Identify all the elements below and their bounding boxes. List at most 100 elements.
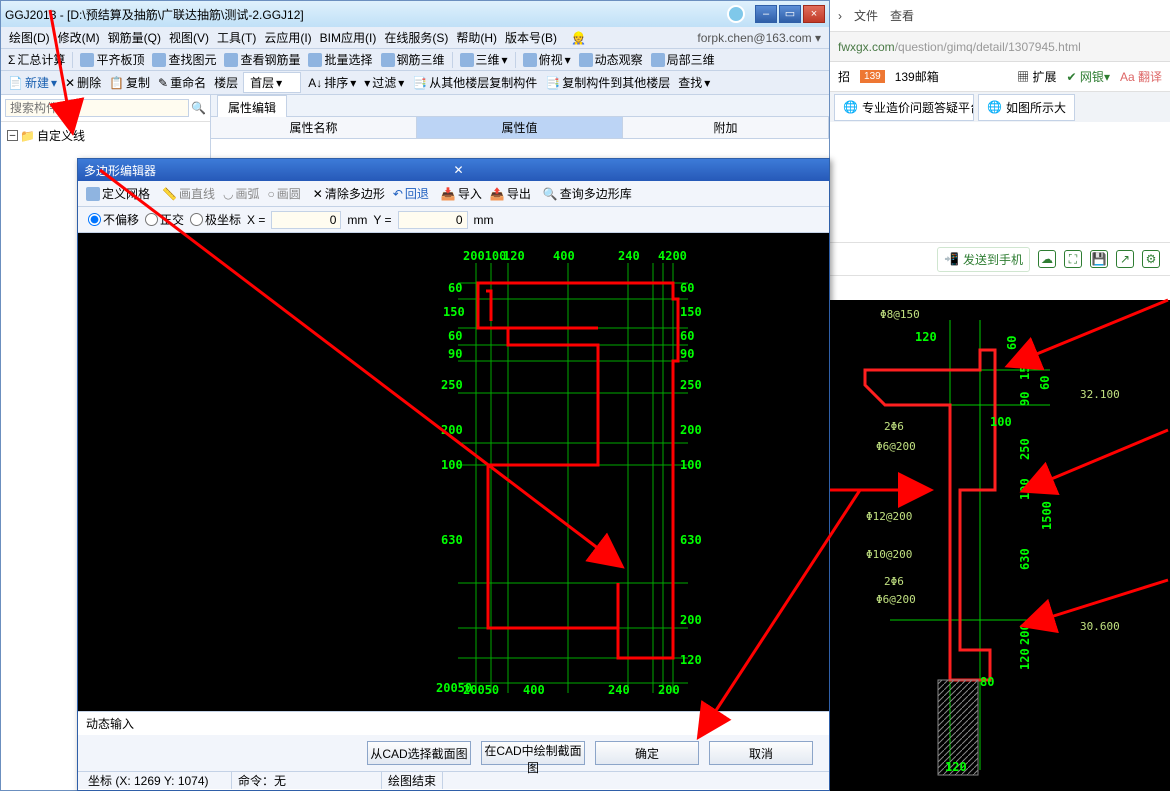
tb-align[interactable]: 平齐板顶: [77, 51, 147, 68]
btn-cad-draw[interactable]: 在CAD中绘制截面图: [481, 741, 585, 765]
address-bar[interactable]: fwxgx.com/question/gimq/detail/1307945.h…: [830, 32, 1170, 62]
tb-local3d[interactable]: 局部三维: [648, 51, 718, 68]
tb-line[interactable]: 📏画直线: [160, 185, 217, 202]
menu-tools[interactable]: 工具(T): [215, 29, 258, 46]
menu-online[interactable]: 在线服务(S): [382, 29, 450, 46]
dim: 60: [680, 329, 694, 343]
x-input[interactable]: [271, 211, 341, 229]
tb-query[interactable]: 🔍查询多边形库: [541, 185, 634, 202]
radio-no-offset[interactable]: 不偏移: [88, 211, 139, 228]
tb-copyfrom[interactable]: 📑 从其他楼层复制构件: [409, 74, 540, 91]
bookmark-label[interactable]: 招: [838, 68, 850, 85]
menu-rebar[interactable]: 钢筋量(Q): [106, 29, 163, 46]
tb-filter[interactable]: ▾ 过滤▾: [361, 74, 407, 91]
search-input[interactable]: [5, 99, 189, 117]
tb-3d[interactable]: 三维▾: [457, 51, 511, 68]
dim: 80: [980, 675, 994, 689]
save-icon[interactable]: 💾: [1090, 250, 1108, 268]
menu-cloud[interactable]: 云应用(I): [262, 29, 313, 46]
menu-view[interactable]: 视图(V): [167, 29, 211, 46]
tb-sort[interactable]: A↓ 排序▾: [305, 74, 359, 91]
dim: 20050: [463, 683, 499, 697]
user-label[interactable]: forpk.chen@163.com ▾: [695, 31, 823, 45]
menu-bim[interactable]: BIM应用(I): [318, 29, 379, 46]
menu-bar: 绘图(D) 修改(M) 钢筋量(Q) 视图(V) 工具(T) 云应用(I) BI…: [1, 27, 829, 49]
radio-polar[interactable]: 极坐标: [190, 211, 241, 228]
hardhat-icon: 👷: [569, 31, 588, 45]
tb-copy[interactable]: 📋 复制: [106, 74, 153, 91]
tree-toggle-icon[interactable]: –: [7, 130, 18, 141]
menu-draw[interactable]: 绘图(D): [7, 29, 52, 46]
ext-button[interactable]: ▦ 扩展: [1017, 68, 1056, 85]
tb-import[interactable]: 📥导入: [439, 185, 484, 202]
y-input[interactable]: [398, 211, 468, 229]
browser-tab-2[interactable]: 🌐如图所示大: [978, 94, 1075, 121]
floor-select[interactable]: 首层 ▾: [243, 72, 301, 93]
bookmark-mail[interactable]: 139邮箱: [895, 68, 939, 85]
btn-cancel[interactable]: 取消: [709, 741, 813, 765]
tb-top[interactable]: 俯视▾: [520, 51, 574, 68]
radio-ortho[interactable]: 正交: [145, 211, 184, 228]
share-icon[interactable]: ↗: [1116, 250, 1134, 268]
tb-sum[interactable]: Σ 汇总计算: [5, 51, 68, 68]
menu-view[interactable]: 查看: [890, 7, 914, 24]
send-to-phone[interactable]: 📲 发送到手机: [937, 247, 1030, 272]
tb-new[interactable]: 📄 新建▾: [5, 74, 60, 91]
dim: 120: [503, 249, 525, 263]
restore-button[interactable]: ▭: [779, 5, 801, 23]
close-button[interactable]: ×: [803, 5, 825, 23]
dialog-canvas[interactable]: 200100 120 400 240 4200 60 150 60 90 250…: [78, 233, 829, 711]
cloud-icon[interactable]: ☁: [1038, 250, 1056, 268]
dim: 200: [1018, 623, 1032, 645]
search-icon: [152, 53, 166, 67]
expand-icon[interactable]: ⛶: [1064, 250, 1082, 268]
minimize-button[interactable]: –: [755, 5, 777, 23]
tb-rebar-qty[interactable]: 查看钢筋量: [221, 51, 303, 68]
dialog-close-icon[interactable]: ✕: [454, 163, 824, 177]
tb-rebar3d[interactable]: 钢筋三维: [378, 51, 448, 68]
cube-icon: [381, 53, 395, 67]
translate-button[interactable]: Aa 翻译: [1120, 68, 1162, 85]
chevron-right-icon[interactable]: ›: [838, 9, 842, 23]
tb-clear[interactable]: ✕清除多边形: [311, 185, 387, 202]
tb-find[interactable]: 查找▾: [675, 74, 713, 91]
dim: 240: [618, 249, 640, 263]
dim: 250: [680, 378, 702, 392]
mail-badge: 139: [860, 70, 885, 83]
dim: 400: [523, 683, 545, 697]
select-icon: [308, 53, 322, 67]
menu-file[interactable]: 文件: [854, 7, 878, 24]
tb-grid[interactable]: 定义网格: [84, 185, 152, 202]
dynamic-input[interactable]: 动态输入: [86, 715, 134, 732]
lbl-6200: Φ6@200: [876, 440, 916, 453]
tb-copyto[interactable]: 📑 复制构件到其他楼层: [542, 74, 673, 91]
col-value: 属性值: [417, 117, 623, 138]
dim: 400: [553, 249, 575, 263]
lbl-phi8: Φ8@150: [880, 308, 920, 321]
menu-help[interactable]: 帮助(H): [454, 29, 499, 46]
tree-root[interactable]: – 📁 自定义线: [7, 126, 204, 145]
tb-rename[interactable]: ✎ 重命名: [155, 74, 209, 91]
menu-version[interactable]: 版本号(B): [503, 29, 559, 46]
toolbar-2: 📄 新建▾ ✕ 删除 📋 复制 ✎ 重命名 楼层 首层 ▾ A↓ 排序▾ ▾ 过…: [1, 71, 829, 95]
bank-button[interactable]: ✔ 网银▾: [1067, 68, 1110, 85]
dim: 60: [680, 281, 694, 295]
tab-properties[interactable]: 属性编辑: [217, 95, 287, 119]
tb-delete[interactable]: ✕ 删除: [62, 74, 104, 91]
btn-cad-select[interactable]: 从CAD选择截面图: [367, 741, 471, 765]
tb-find-ele[interactable]: 查找图元: [149, 51, 219, 68]
gear-icon[interactable]: ⚙: [1142, 250, 1160, 268]
btn-ok[interactable]: 确定: [595, 741, 699, 765]
menu-modify[interactable]: 修改(M): [56, 29, 102, 46]
lbl-12200: Φ12@200: [866, 510, 912, 523]
tb-orbit[interactable]: 动态观察: [576, 51, 646, 68]
tb-undo[interactable]: ↶回退: [391, 185, 431, 202]
browser-tab-1[interactable]: 🌐专业造价问题答疑平台-广联达×: [834, 94, 974, 121]
dim: 120: [915, 330, 937, 344]
dim: 630: [1018, 548, 1032, 570]
tb-circle[interactable]: ○画圆: [265, 185, 302, 202]
search-go-icon[interactable]: 🔍: [191, 101, 206, 115]
tb-export[interactable]: 📤导出: [488, 185, 533, 202]
tb-batch[interactable]: 批量选择: [305, 51, 375, 68]
tb-arc[interactable]: ◡画弧: [221, 185, 262, 202]
